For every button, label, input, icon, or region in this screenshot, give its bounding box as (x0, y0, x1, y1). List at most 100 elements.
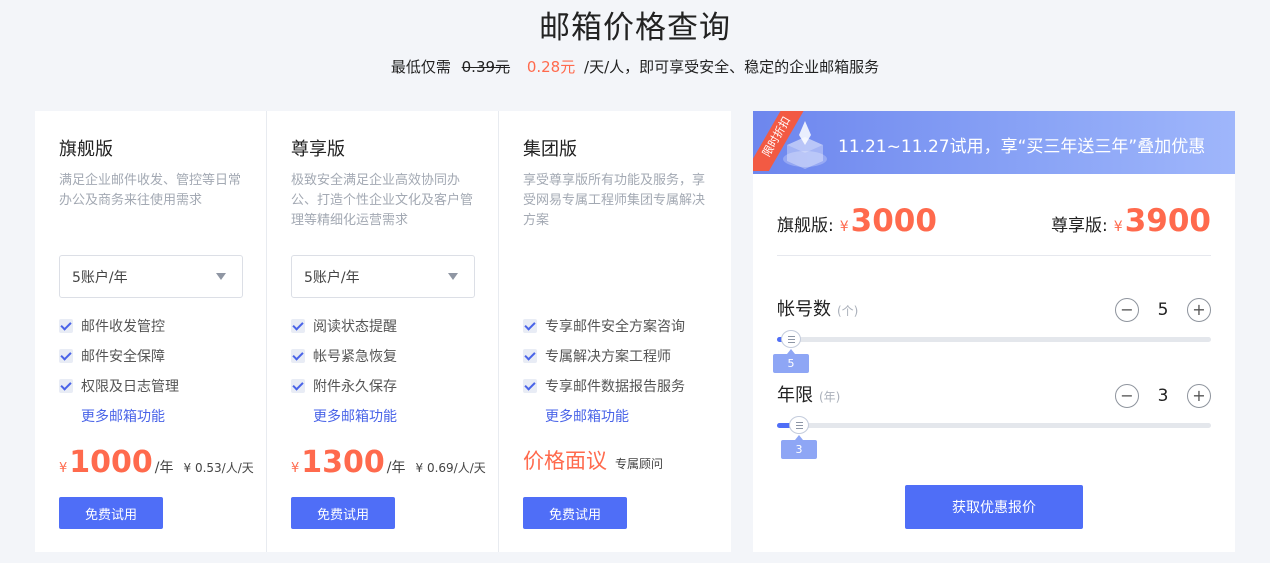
feature-list: 专享邮件安全方案咨询 专属解决方案工程师 专享邮件数据报告服务 (523, 311, 685, 401)
plan-name: 尊享版 (291, 139, 345, 160)
accounts-value: 5 (1157, 300, 1169, 320)
accounts-stepper: − 5 + (1115, 298, 1211, 322)
slider-tooltip: 5 (773, 349, 809, 373)
chevron-down-icon (216, 273, 226, 280)
list-item: 附件永久保存 (291, 371, 397, 401)
price-calculator: 限时折扣 11.21~11.27试用，享“买三年送三年”叠加优惠 旗舰版: ¥ … (753, 111, 1235, 552)
page-subtitle: 最低仅需 0.39元 0.28元 /天/人，即可享受安全、稳定的企业邮箱服务 (0, 56, 1270, 77)
plan-description: 满足企业邮件收发、管控等日常办公及商务来往使用需求 (59, 173, 242, 208)
slider-handle[interactable] (781, 330, 801, 348)
years-value: 3 (1157, 386, 1169, 406)
subtitle-prefix: 最低仅需 (390, 58, 451, 76)
list-item: 邮件收发管控 (59, 311, 179, 341)
accounts-label: 帐号数 (个) (777, 295, 858, 321)
plan-description: 极致安全满足企业高效协同办公、打造个性企业文化及客户管理等精细化运营需求 (291, 173, 474, 228)
account-select[interactable]: 5账户/年 (291, 255, 475, 298)
subtitle-suffix: /天/人，即可享受安全、稳定的企业邮箱服务 (584, 58, 880, 76)
accounts-slider[interactable]: 5 (773, 330, 1211, 373)
check-icon (59, 319, 73, 333)
feature-label: 专享邮件数据报告服务 (545, 379, 685, 395)
daily-price: ¥ 0.53/人/天 (183, 461, 254, 475)
price-unit: /年 (154, 460, 174, 476)
price-negotiable: 价格面议 (523, 449, 607, 473)
promo-text: 11.21~11.27试用，享“买三年送三年”叠加优惠 (838, 137, 1206, 157)
decrement-years-button[interactable]: − (1115, 384, 1139, 408)
more-features-link[interactable]: 更多邮箱功能 (545, 406, 629, 426)
list-item: 权限及日志管理 (59, 371, 179, 401)
page-title: 邮箱价格查询 (539, 10, 731, 46)
check-icon (59, 379, 73, 393)
years-stepper: − 3 + (1115, 384, 1211, 408)
accounts-unit-hint: (个) (837, 304, 859, 318)
years-slider[interactable]: 3 (777, 416, 1211, 459)
plan-card-premium: 尊享版 极致安全满足企业高效协同办公、打造个性企业文化及客户管理等精细化运营需求… (267, 111, 499, 552)
list-item: 邮件安全保障 (59, 341, 179, 371)
currency-symbol: ¥ (59, 461, 68, 476)
check-icon (291, 379, 305, 393)
check-icon (523, 319, 537, 333)
slider-handle[interactable] (789, 416, 809, 434)
feature-label: 邮件收发管控 (81, 319, 165, 335)
feature-label: 附件永久保存 (313, 379, 397, 395)
get-quote-button[interactable]: 获取优惠报价 (905, 485, 1083, 529)
ribbon-wrap: 限时折扣 (753, 111, 813, 171)
feature-list: 阅读状态提醒 帐号紧急恢复 附件永久保存 (291, 311, 397, 401)
price-row: ¥ 1300 /年 ¥ 0.69/人/天 (291, 445, 486, 480)
discount-ribbon: 限时折扣 (753, 111, 809, 171)
daily-price: ¥ 0.69/人/天 (415, 461, 486, 475)
check-icon (523, 349, 537, 363)
currency-symbol: ¥ (1113, 219, 1123, 235)
list-item: 专享邮件安全方案咨询 (523, 311, 685, 341)
free-trial-button[interactable]: 免费试用 (291, 497, 395, 529)
list-item: 专属解决方案工程师 (523, 341, 685, 371)
offer-price: 3000 (850, 203, 937, 239)
feature-label: 专享邮件安全方案咨询 (545, 319, 685, 335)
plan-name: 集团版 (523, 139, 577, 160)
feature-label: 邮件安全保障 (81, 349, 165, 365)
decrement-accounts-button[interactable]: − (1115, 298, 1139, 322)
more-features-link[interactable]: 更多邮箱功能 (81, 406, 165, 426)
chevron-down-icon (448, 273, 458, 280)
price-amount: 1000 (69, 445, 153, 480)
currency-symbol: ¥ (291, 461, 300, 476)
free-trial-button[interactable]: 免费试用 (59, 497, 163, 529)
price-unit: /年 (386, 460, 406, 476)
old-price: 0.39元 (461, 58, 511, 76)
feature-label: 权限及日志管理 (81, 379, 179, 395)
plan-description: 享受尊享版所有功能及服务，享受网易专属工程师集团专属解决方案 (523, 173, 706, 228)
plan-name: 旗舰版 (59, 139, 113, 160)
check-icon (59, 349, 73, 363)
feature-list: 邮件收发管控 邮件安全保障 权限及日志管理 (59, 311, 179, 401)
select-value: 5账户/年 (72, 269, 128, 286)
offer-label: 尊享版: (1051, 216, 1108, 236)
price-row: 价格面议 专属顾问 (523, 445, 663, 475)
check-icon (291, 349, 305, 363)
list-item: 阅读状态提醒 (291, 311, 397, 341)
advisor-note: 专属顾问 (615, 457, 664, 471)
plan-card-group: 集团版 享受尊享版所有功能及服务，享受网易专属工程师集团专属解决方案 专享邮件安… (499, 111, 731, 552)
feature-label: 帐号紧急恢复 (313, 349, 397, 365)
offer-price: 3900 (1124, 203, 1211, 239)
offer-label: 旗舰版: (777, 216, 834, 236)
increment-accounts-button[interactable]: + (1187, 298, 1211, 322)
accounts-label-text: 帐号数 (777, 299, 831, 320)
offer-premium: 尊享版: ¥ 3900 (1051, 203, 1211, 239)
list-item: 帐号紧急恢复 (291, 341, 397, 371)
plans-panel: 旗舰版 满足企业邮件收发、管控等日常办公及商务来往使用需求 5账户/年 邮件收发… (35, 111, 731, 552)
free-trial-button[interactable]: 免费试用 (523, 497, 627, 529)
divider (777, 255, 1211, 256)
offer-flagship: 旗舰版: ¥ 3000 (777, 203, 937, 239)
offer-prices: 旗舰版: ¥ 3000 尊享版: ¥ 3900 (777, 203, 1211, 239)
check-icon (523, 379, 537, 393)
more-features-link[interactable]: 更多邮箱功能 (313, 406, 397, 426)
increment-years-button[interactable]: + (1187, 384, 1211, 408)
price-amount: 1300 (301, 445, 385, 480)
new-price: 0.28元 (526, 58, 576, 76)
currency-symbol: ¥ (839, 219, 849, 235)
account-select[interactable]: 5账户/年 (59, 255, 243, 298)
years-label: 年限 (年) (777, 381, 840, 407)
years-unit-hint: (年) (819, 390, 841, 404)
check-icon (291, 319, 305, 333)
promo-banner: 限时折扣 11.21~11.27试用，享“买三年送三年”叠加优惠 (753, 111, 1235, 174)
price-row: ¥ 1000 /年 ¥ 0.53/人/天 (59, 445, 254, 480)
